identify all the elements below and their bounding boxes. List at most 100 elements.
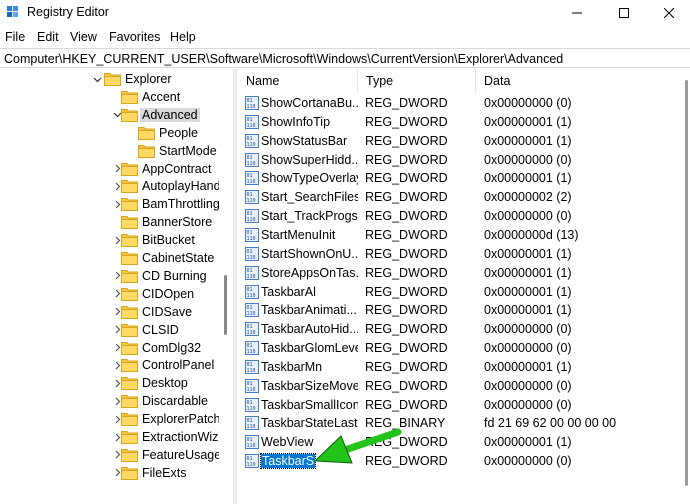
tree-item[interactable]: CabinetState — [0, 249, 219, 267]
value-type: REG_DWORD — [365, 359, 448, 374]
tree-item[interactable]: Discardable — [0, 392, 219, 410]
registry-value-row[interactable]: 01 110 TaskbarSizeMove REG_DWORD 0x00000000 … — [238, 377, 690, 395]
value-data: fd 21 69 62 00 00 00 00 — [484, 416, 617, 431]
value-type: REG_DWORD — [365, 96, 448, 110]
registry-value-row[interactable]: 01 110 WebView REG_DWORD 0x00000001 (1) — [238, 433, 690, 451]
minimize-button[interactable] — [554, 0, 600, 26]
registry-value-row[interactable]: 01 110 Start_SearchFiles REG_DWORD 0x0000000… — [238, 188, 690, 206]
registry-value-row[interactable]: 01 110 StartMenuInit REG_DWORD 0x0000000d (1… — [238, 226, 690, 244]
menu-favorites[interactable]: Favorites — [109, 30, 160, 44]
chevron-down-icon[interactable] — [92, 70, 102, 88]
tree-item-label: AppContract — [142, 161, 212, 176]
registry-value-row[interactable]: 01 110 ShowStatusBar REG_DWORD 0x00000001 (1… — [238, 132, 690, 150]
value-type: REG_DWORD — [365, 209, 448, 224]
registry-value-row[interactable]: 01 110 StartShownOnU... REG_DWORD 0x00000001… — [238, 245, 690, 263]
tree-item[interactable]: ExplorerPatche — [0, 410, 227, 428]
value-name: ShowStatusBar — [261, 133, 348, 148]
registry-value-row[interactable]: 01 110 TaskbarAl REG_DWORD 0x00000001 (1) — [238, 283, 690, 301]
tree-item[interactable]: Advanced — [0, 106, 219, 124]
tree-item[interactable]: ControlPanel — [0, 356, 219, 374]
registry-value-row[interactable]: 01 110 Start_TrackProgs REG_DWORD 0x00000000… — [238, 207, 690, 225]
values-scrollbar-thumb[interactable] — [685, 80, 688, 486]
binary-value-icon: 01110 — [245, 114, 259, 129]
tree-item[interactable]: FileExts — [0, 464, 219, 482]
value-name: ShowSuperHidd... — [261, 152, 358, 167]
address-bar[interactable]: Computer\HKEY_CURRENT_USER\Software\Micr… — [0, 48, 690, 68]
column-header-data[interactable]: Data — [476, 69, 690, 93]
tree-item[interactable]: AutoplayHand — [0, 177, 221, 195]
value-type: REG_DWORD — [365, 435, 448, 450]
value-type: REG_DWORD — [365, 152, 448, 167]
tree-item[interactable]: StartMode — [0, 142, 219, 160]
registry-value-row[interactable]: 01 110 TaskbarSmallIcons REG_DWORD 0x0000000… — [238, 396, 690, 414]
tree-scrollbar-thumb[interactable] — [224, 275, 227, 335]
registry-value-row[interactable]: 01 110 TaskbarSi REG_DWORD 0x00000000 (0) — [238, 452, 690, 470]
menu-file[interactable]: File — [5, 30, 25, 44]
registry-value-row[interactable]: 01 110 ShowInfoTip REG_DWORD 0x00000001 (1) — [238, 113, 690, 131]
tree-item[interactable]: CIDSave — [0, 303, 219, 321]
tree-item[interactable]: BitBucket — [0, 231, 219, 249]
tree-item[interactable]: BannerStore — [0, 213, 219, 231]
registry-value-row[interactable]: 01 110 TaskbarGlomLevel REG_DWORD 0x00000000… — [238, 339, 690, 357]
registry-value-row[interactable]: 01 110 ShowTypeOverlay REG_DWORD 0x00000001 … — [238, 169, 690, 187]
column-header-type[interactable]: Type — [358, 69, 476, 93]
menu-help[interactable]: Help — [170, 30, 196, 44]
svg-text:110: 110 — [247, 349, 256, 355]
tree-item[interactable]: Explorer — [0, 70, 219, 88]
binary-value-icon: 01110 — [245, 378, 259, 393]
value-type: REG_DWORD — [365, 171, 448, 186]
value-name: ShowTypeOverlay — [261, 171, 358, 186]
tree-item-label: BitBucket — [142, 233, 195, 248]
column-header-name[interactable]: Name — [238, 69, 358, 93]
maximize-button[interactable] — [601, 0, 647, 26]
registry-value-row[interactable]: 01 110 StoreAppsOnTas... REG_DWORD 0x0000000… — [238, 264, 690, 282]
rename-input[interactable]: TaskbarSi — [260, 453, 316, 470]
registry-value-row[interactable]: 01 110 TaskbarMn REG_DWORD 0x00000001 (1) — [238, 358, 690, 376]
tree-item[interactable]: AppContract — [0, 160, 219, 178]
minimize-icon — [572, 12, 582, 14]
registry-value-row[interactable]: 01 110 TaskbarAnimati... REG_DWORD 0x0000000… — [238, 301, 690, 319]
registry-value-row[interactable]: 01 110 TaskbarAutoHid... REG_DWORD 0x0000000… — [238, 320, 690, 338]
close-button[interactable] — [646, 0, 690, 26]
registry-icon — [7, 6, 18, 17]
registry-value-row[interactable]: 01 110 ShowSuperHidd... REG_DWORD 0x00000000… — [238, 151, 690, 169]
svg-text:110: 110 — [247, 368, 256, 374]
svg-text:110: 110 — [247, 217, 256, 223]
title-bar: Registry Editor — [0, 0, 690, 26]
tree-item-label: AutoplayHand — [142, 179, 221, 194]
tree-item[interactable]: Desktop — [0, 374, 219, 392]
tree-item[interactable]: FeatureUsage — [0, 446, 221, 464]
menu-edit[interactable]: Edit — [37, 30, 59, 44]
tree-item[interactable]: People — [0, 124, 219, 142]
tree-item[interactable]: ComDlg32 — [0, 339, 219, 357]
values-list[interactable]: Name Type Data 01 110 ShowCortanaBu... REG_… — [238, 69, 690, 504]
close-icon — [664, 8, 674, 18]
tree-item[interactable]: BamThrottling — [0, 195, 220, 213]
menu-view[interactable]: View — [70, 30, 97, 44]
svg-text:110: 110 — [247, 311, 256, 317]
svg-text:110: 110 — [247, 406, 256, 412]
value-data: 0x00000000 (0) — [484, 152, 572, 167]
tree-item[interactable]: CD Burning — [0, 267, 219, 285]
registry-value-row[interactable]: 01 110 ShowCortanaBu... REG_DWORD 0x00000000… — [238, 94, 690, 112]
tree-item-label: Desktop — [142, 376, 188, 391]
tree-item[interactable]: CIDOpen — [0, 285, 219, 303]
tree-item-label: CabinetState — [142, 251, 215, 265]
value-type: REG_DWORD — [365, 133, 448, 148]
address-path[interactable]: Computer\HKEY_CURRENT_USER\Software\Micr… — [4, 52, 563, 66]
tree-item[interactable]: ExtractionWiza — [0, 428, 225, 446]
tree-item[interactable]: Accent — [0, 88, 219, 106]
svg-text:110: 110 — [247, 104, 256, 110]
svg-text:110: 110 — [247, 179, 256, 185]
registry-value-row[interactable]: 01 110 TaskbarStateLast... REG_BINARY fd 21 … — [238, 414, 690, 432]
value-type: REG_DWORD — [365, 265, 448, 280]
binary-value-icon: 01110 — [245, 454, 259, 469]
key-tree[interactable]: Explorer Accent Advanced People StartMode App… — [0, 69, 232, 504]
tree-item[interactable]: CLSID — [0, 321, 219, 339]
folder-icon — [104, 73, 121, 86]
value-data: 0x00000001 (1) — [484, 171, 572, 186]
value-name: StartMenuInit — [261, 227, 336, 242]
tree-item-label: ControlPanel — [142, 358, 215, 373]
value-data: 0x0000000d (13) — [484, 227, 579, 242]
pane-splitter[interactable] — [233, 69, 237, 504]
